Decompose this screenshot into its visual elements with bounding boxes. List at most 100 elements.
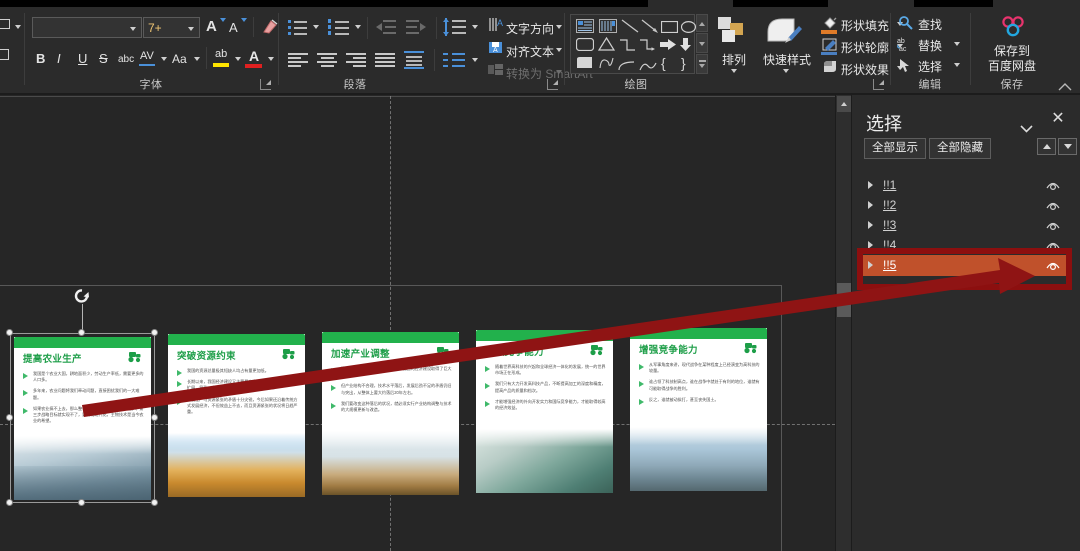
shape-arc-icon[interactable] (618, 58, 635, 76)
baidu-netdisk-icon[interactable] (1000, 16, 1026, 43)
shape-left-brace-icon[interactable]: { (661, 55, 666, 71)
resize-handle-s[interactable] (78, 499, 85, 506)
change-case-button[interactable]: Aa (172, 52, 187, 66)
select-pointer-icon[interactable] (899, 58, 912, 78)
font-size-caret-icon[interactable] (188, 27, 194, 31)
numbering-icon[interactable] (328, 18, 350, 36)
resize-handle-w[interactable] (6, 414, 13, 421)
eye-visibility-icon[interactable] (1046, 179, 1060, 191)
font-dialog-launcher[interactable] (260, 79, 271, 90)
align-text-caret-icon[interactable] (556, 48, 562, 52)
shape-elbow-arrow-icon[interactable] (639, 38, 656, 56)
bullets-icon[interactable] (288, 18, 308, 36)
move-down-button[interactable] (1058, 138, 1077, 155)
arrange-caret-icon[interactable] (731, 69, 737, 73)
scroll-up-button[interactable] (837, 96, 851, 112)
highlight-caret-icon[interactable] (235, 57, 241, 61)
select-label[interactable]: 选择 (918, 58, 942, 75)
rotate-handle[interactable] (74, 288, 89, 303)
columns-icon[interactable] (443, 53, 465, 67)
columns-caret-icon[interactable] (472, 58, 478, 62)
format-painter-icon[interactable] (0, 49, 9, 60)
shape-vertical-textbox-icon[interactable] (599, 19, 617, 38)
character-spacing-caret-icon[interactable] (161, 57, 167, 61)
font-name-combo[interactable] (32, 17, 142, 38)
quick-styles-icon[interactable] (766, 16, 802, 51)
shapes-scroll-down-button[interactable] (696, 33, 708, 53)
resize-handle-nw[interactable] (6, 329, 13, 336)
close-icon[interactable]: ✕ (1050, 111, 1066, 127)
shape-line-icon[interactable] (621, 19, 639, 38)
align-text-label[interactable]: 对齐文本 (506, 43, 554, 60)
clear-formatting-icon[interactable] (260, 17, 280, 42)
font-name-caret-icon[interactable] (130, 27, 136, 31)
shapes-more-button[interactable] (696, 54, 708, 74)
increase-indent-icon[interactable] (406, 19, 426, 35)
expand-triangle-icon[interactable] (868, 221, 873, 229)
ribbon-tab-partial-2[interactable] (828, 0, 914, 7)
shape-elbow-connector-icon[interactable] (619, 38, 636, 56)
align-right-icon[interactable] (346, 53, 366, 67)
text-direction-icon[interactable]: A (488, 17, 504, 37)
vertical-scrollbar[interactable] (835, 95, 851, 551)
distribute-columns-icon[interactable] (404, 51, 424, 69)
resize-handle-se[interactable] (151, 499, 158, 506)
select-caret-icon[interactable] (954, 63, 960, 67)
change-case-caret-icon[interactable] (194, 57, 200, 61)
line-spacing-caret-icon[interactable] (472, 25, 478, 29)
font-size-combo[interactable]: 7+ (143, 17, 200, 38)
slide-card-5[interactable]: 增强竞争能力从军事角度来讲，现代战争在某种程度上已经演变为高科技的较量。谁占领了… (630, 328, 767, 491)
shape-triangle-icon[interactable] (598, 37, 615, 56)
bullets-caret-icon[interactable] (313, 25, 319, 29)
replace-icon[interactable]: ab ac (897, 36, 914, 57)
selection-pane-item-1[interactable]: !!1 (862, 175, 1066, 196)
slide-card-4[interactable]: 增强竞争能力随着世界高科技的兴起和全球经济一体化的发展，统一的世界市场正在形成。… (476, 330, 613, 493)
text-direction-caret-icon[interactable] (556, 25, 562, 29)
expand-triangle-icon[interactable] (868, 201, 873, 209)
increase-font-size-icon[interactable]: A (206, 18, 217, 35)
text-direction-label[interactable]: 文字方向 (506, 20, 554, 37)
eye-visibility-icon[interactable] (1046, 199, 1060, 211)
shapes-gallery[interactable]: { } (570, 14, 695, 74)
quick-styles-label[interactable]: 快速样式 (756, 51, 818, 68)
quick-styles-caret-icon[interactable] (783, 69, 789, 73)
align-text-icon[interactable]: A (488, 40, 503, 60)
shape-oval-icon[interactable] (681, 20, 696, 38)
resize-handle-ne[interactable] (151, 329, 158, 336)
shape-rectangle-icon[interactable] (661, 20, 678, 38)
bold-button[interactable]: B (36, 51, 45, 66)
slide-card-2[interactable]: 突破资源约束我国的资源总量极其短缺人均占有量更加低。长期以来，我国经济建设又主要… (168, 334, 305, 497)
eye-visibility-icon[interactable] (1046, 219, 1060, 231)
shape-outline-icon[interactable] (822, 38, 838, 59)
shape-outline-label[interactable]: 形状轮廓 (841, 39, 889, 56)
move-up-button[interactable] (1037, 138, 1056, 155)
scrollbar-thumb[interactable] (837, 283, 851, 317)
find-label[interactable]: 查找 (918, 16, 942, 33)
replace-label[interactable]: 替换 (918, 37, 942, 54)
shape-right-brace-icon[interactable]: } (681, 55, 686, 71)
resize-handle-n[interactable] (78, 329, 85, 336)
italic-button[interactable]: I (57, 51, 61, 66)
slide-card-3[interactable]: 加速产业调整建国以来，特别是改革开放以来，我国的经济建设取得了巨大成就。但产业结… (322, 332, 459, 495)
text-highlight-button[interactable]: ab (215, 48, 227, 60)
drawing-dialog-launcher[interactable] (873, 79, 884, 90)
line-spacing-icon[interactable] (445, 18, 467, 36)
arrange-icon[interactable] (718, 17, 748, 50)
expand-triangle-icon[interactable] (868, 181, 873, 189)
ribbon-tab-partial-3[interactable] (993, 0, 1080, 7)
shape-effects-icon[interactable] (822, 60, 838, 79)
font-color-button[interactable]: A (249, 48, 259, 64)
shape-down-arrow-icon[interactable] (679, 37, 692, 57)
font-color-caret-icon[interactable] (268, 57, 274, 61)
resize-handle-sw[interactable] (6, 499, 13, 506)
character-spacing-button[interactable]: AV (140, 50, 154, 62)
ribbon-tab-partial-1[interactable] (648, 0, 733, 7)
paste-caret-icon[interactable] (15, 25, 21, 29)
decrease-font-size-icon[interactable]: A (229, 20, 238, 35)
shape-curve-icon[interactable] (639, 58, 657, 76)
arrange-label[interactable]: 排列 (708, 51, 760, 68)
shapes-scroll-up-button[interactable] (696, 14, 708, 32)
decrease-indent-icon[interactable] (376, 19, 396, 35)
shape-rounded-rectangle-icon[interactable] (576, 38, 594, 56)
pane-menu-caret-icon[interactable] (1020, 120, 1033, 138)
